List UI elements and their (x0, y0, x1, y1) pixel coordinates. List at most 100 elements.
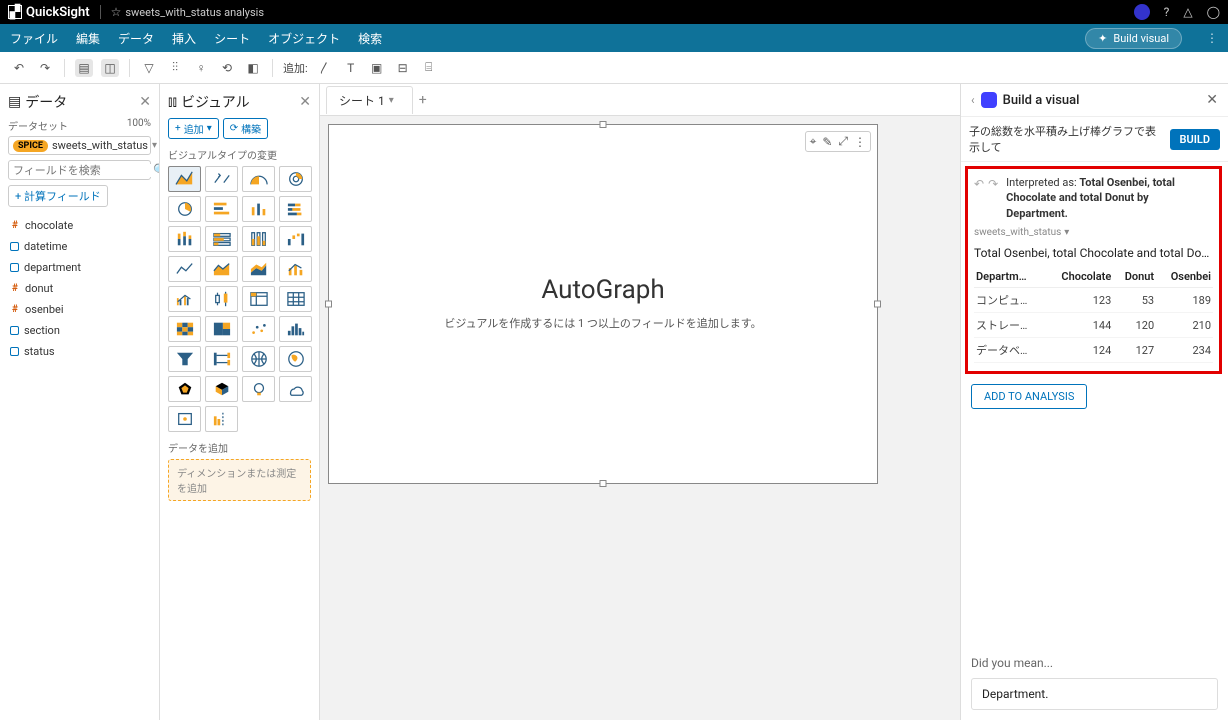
menu-sheet[interactable]: シート (214, 30, 250, 47)
parameters-icon[interactable]: ⫶⫶ (166, 59, 184, 77)
add-text-icon[interactable]: T (342, 59, 360, 77)
vis-custom-icon[interactable] (168, 406, 201, 432)
product-logo[interactable]: ▞ QuickSight (8, 5, 90, 20)
table-row[interactable]: データベ… 124 127 234 (974, 338, 1213, 363)
calc-field-button[interactable]: + 計算フィールド (8, 185, 108, 207)
field-dropzone[interactable]: ディメンションまたは測定を追加 (168, 459, 311, 501)
suggestion-item[interactable]: Department. (971, 678, 1218, 710)
back-icon[interactable]: ‹ (971, 93, 975, 107)
vis-3d-icon[interactable] (205, 376, 238, 402)
add-visual-button[interactable]: + 追加 ▾ (168, 118, 219, 139)
vis-vbar-icon[interactable] (242, 196, 275, 222)
vis-hstacked-icon[interactable] (279, 196, 312, 222)
vis-radar-icon[interactable] (168, 376, 201, 402)
vis-vstacked-icon[interactable] (168, 226, 201, 252)
structure-button[interactable]: ⟳ 構築 (223, 118, 268, 139)
add-image-icon[interactable]: ▣ (368, 59, 386, 77)
vis-insight-icon[interactable] (242, 376, 275, 402)
vis-autograph-icon[interactable] (168, 166, 201, 192)
menu-edit[interactable]: 編集 (76, 30, 100, 47)
build-button[interactable]: BUILD (1170, 129, 1220, 150)
vis-clustered-combo-icon[interactable] (168, 286, 201, 312)
insight-icon[interactable]: ♀ (192, 59, 210, 77)
menu-data[interactable]: データ (118, 30, 154, 47)
canvas-inner[interactable]: ⌖ ✎ ⤢ ⋮ AutoGraph ビジュアルを作成するには 1 つ以上のフィー… (328, 124, 952, 554)
menu-insert[interactable]: 挿入 (172, 30, 196, 47)
vis-stacked-area-icon[interactable] (242, 256, 275, 282)
data-panel-toggle-icon[interactable]: ▤ (75, 59, 93, 77)
vis-hbar-icon[interactable] (205, 196, 238, 222)
menu-file[interactable]: ファイル (10, 30, 58, 47)
more-icon[interactable]: ⋮ (854, 135, 866, 149)
vis-waterfall-icon[interactable] (279, 226, 312, 252)
expand-icon[interactable]: ⤢ (838, 134, 848, 149)
vis-pivot-icon[interactable] (242, 286, 275, 312)
handle-bottom[interactable] (600, 480, 607, 487)
notifications-icon[interactable]: △ (1183, 5, 1192, 19)
vis-heatmap-icon[interactable] (168, 316, 201, 342)
nl-prompt-text[interactable]: 子の総数を水平積み上げ棒グラフで表示して (969, 123, 1165, 155)
field-item[interactable]: status (8, 341, 151, 362)
vis-wordcloud-icon[interactable] (279, 376, 312, 402)
dataset-select[interactable]: SPICE sweets_with_status ▾ (8, 136, 151, 155)
vis-small-multiples-icon[interactable] (205, 406, 238, 432)
vis-donut-icon[interactable] (279, 166, 312, 192)
star-icon[interactable]: ☆ (111, 5, 122, 19)
help-icon[interactable]: ? (1164, 5, 1170, 19)
chevron-down-icon[interactable]: ▾ (389, 95, 394, 106)
filter-visual-icon[interactable]: ⌖ (810, 134, 817, 149)
menu-more-icon[interactable]: ⋮ (1206, 31, 1218, 45)
close-icon[interactable]: ✕ (1206, 92, 1218, 108)
add-to-analysis-button[interactable]: ADD TO ANALYSIS (971, 384, 1087, 409)
filter-icon[interactable]: ▽ (140, 59, 158, 77)
vis-table-icon[interactable] (279, 286, 312, 312)
vis-kpi-icon[interactable] (205, 166, 238, 192)
themes-icon[interactable]: ◧ (244, 59, 262, 77)
vis-combo-icon[interactable] (279, 256, 312, 282)
vis-hstacked100-icon[interactable] (205, 226, 238, 252)
field-item[interactable]: section (8, 320, 151, 341)
menu-search[interactable]: 検索 (358, 30, 382, 47)
redo-icon[interactable]: ↷ (36, 59, 54, 77)
field-search[interactable]: 🔍 (8, 160, 151, 180)
col-donut[interactable]: Donut (1113, 266, 1156, 288)
table-row[interactable]: コンピュ… 123 53 189 (974, 288, 1213, 313)
menu-object[interactable]: オブジェクト (268, 30, 340, 47)
vis-scatter-icon[interactable] (242, 316, 275, 342)
actions-icon[interactable]: ⟲ (218, 59, 236, 77)
vis-sankey-icon[interactable] (205, 346, 238, 372)
source-chip[interactable]: sweets_with_status ▾ (974, 227, 1213, 238)
format-visual-icon[interactable]: ✎ (822, 135, 832, 149)
add-control-icon[interactable]: ⊟ (394, 59, 412, 77)
field-item[interactable]: datetime (8, 236, 151, 257)
vis-histogram-icon[interactable] (279, 316, 312, 342)
field-item[interactable]: #chocolate (8, 215, 151, 236)
search-icon[interactable]: 🔍 (153, 163, 160, 177)
vis-funnel-icon[interactable] (168, 346, 201, 372)
q-icon[interactable] (1134, 4, 1150, 20)
vis-line-icon[interactable] (168, 256, 201, 282)
visual-frame[interactable]: ⌖ ✎ ⤢ ⋮ AutoGraph ビジュアルを作成するには 1 つ以上のフィー… (328, 124, 878, 484)
field-item[interactable]: #donut (8, 278, 151, 299)
vis-pie-icon[interactable] (168, 196, 201, 222)
col-department[interactable]: Departm… (974, 266, 1044, 288)
user-icon[interactable]: ◯ (1207, 5, 1220, 19)
vis-geo-filled-icon[interactable] (279, 346, 312, 372)
field-search-input[interactable] (13, 164, 153, 177)
vis-boxplot-icon[interactable] (205, 286, 238, 312)
vis-gauge-icon[interactable] (242, 166, 275, 192)
close-icon[interactable]: ✕ (299, 94, 311, 110)
redo-icon[interactable]: ↷ (988, 177, 998, 191)
vis-geo-points-icon[interactable] (242, 346, 275, 372)
sheet-tab[interactable]: シート 1 ▾ (326, 86, 413, 114)
field-item[interactable]: #osenbei (8, 299, 151, 320)
add-line-chart-icon[interactable]: 〳 (316, 59, 334, 77)
col-chocolate[interactable]: Chocolate (1044, 266, 1113, 288)
visual-panel-toggle-icon[interactable]: ◫ (101, 59, 119, 77)
vis-treemap-icon[interactable] (205, 316, 238, 342)
build-visual-pill[interactable]: ✦ Build visual (1085, 28, 1182, 49)
vis-vstacked100-icon[interactable] (242, 226, 275, 252)
handle-top[interactable] (600, 121, 607, 128)
table-row[interactable]: ストレー… 144 120 210 (974, 313, 1213, 338)
undo-icon[interactable]: ↶ (10, 59, 28, 77)
